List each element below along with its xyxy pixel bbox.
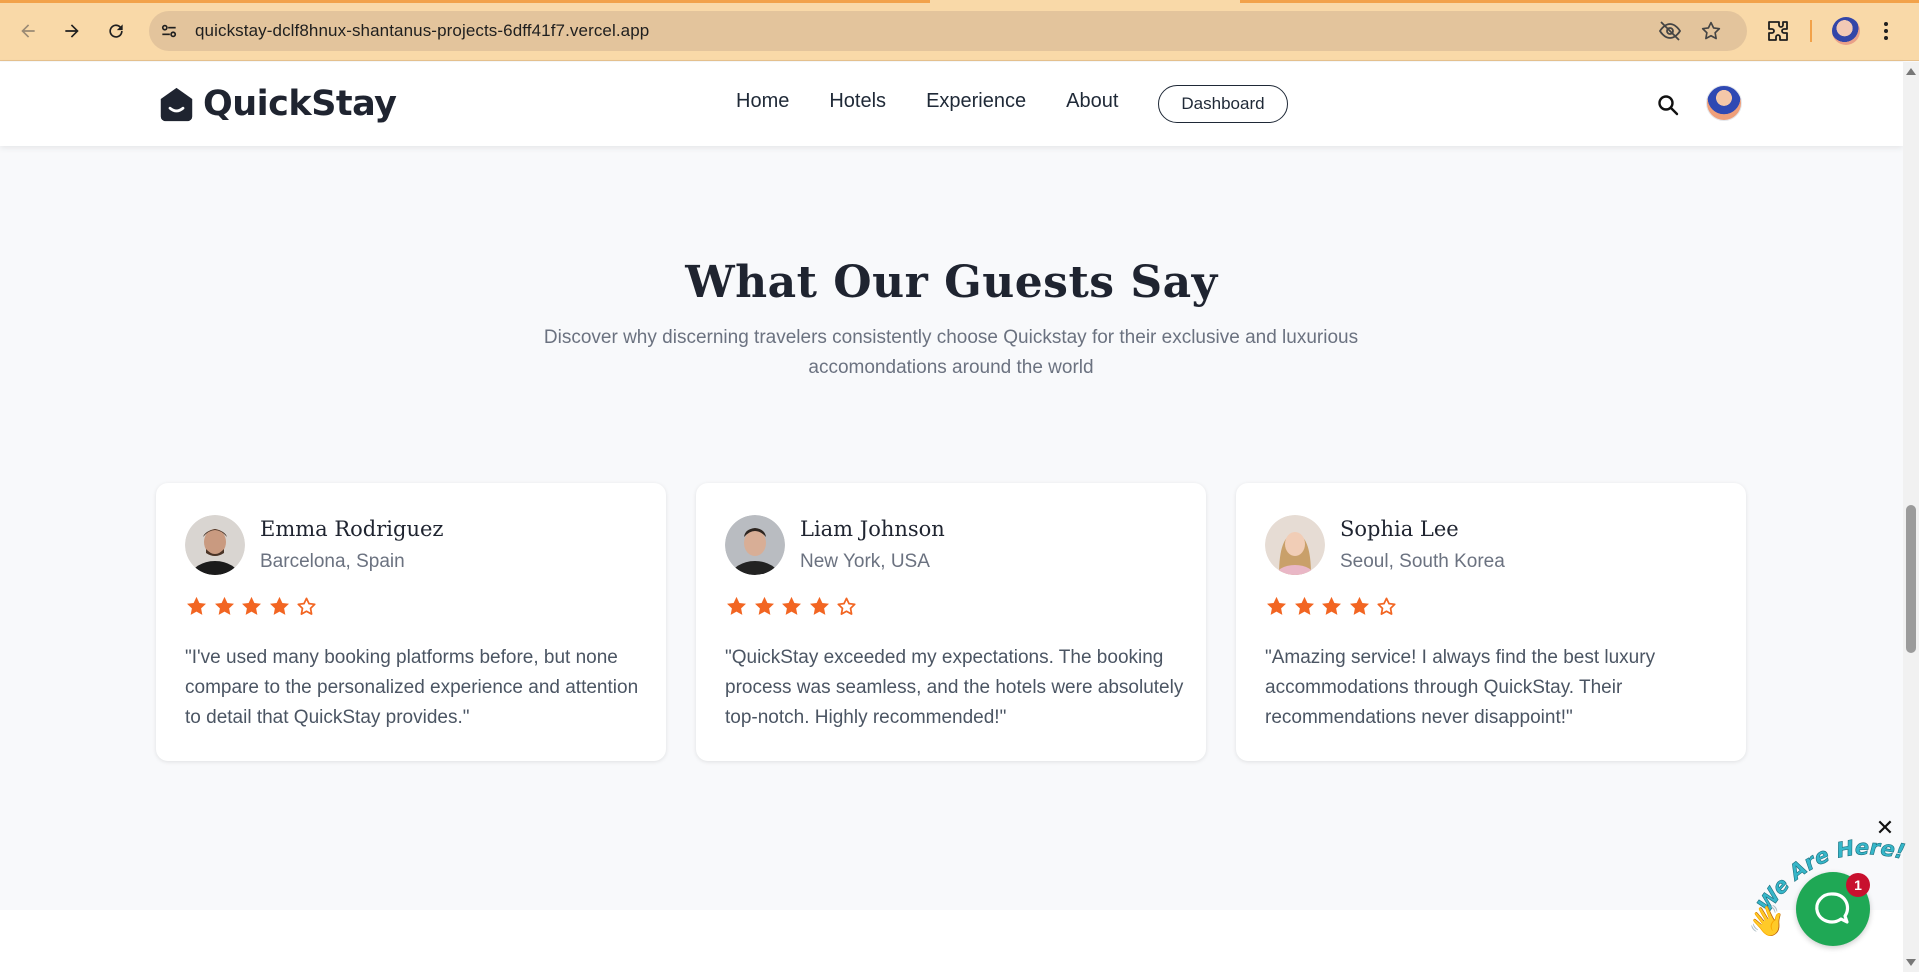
testimonials-section: What Our Guests Say Discover why discern… <box>0 157 1903 910</box>
star-filled-icon <box>809 596 829 615</box>
reload-button[interactable] <box>98 13 134 49</box>
star-outline-icon <box>1377 597 1396 615</box>
url-text[interactable]: quickstay-dclf8hnux-shantanus-projects-6… <box>195 21 649 41</box>
tab-strip-accent <box>0 0 930 3</box>
star-filled-icon <box>214 596 234 615</box>
extensions-icon[interactable] <box>1766 19 1790 43</box>
star-filled-icon <box>1349 596 1369 615</box>
toolbar-divider <box>1810 20 1812 42</box>
nav-link-about[interactable]: About <box>1066 90 1118 113</box>
scroll-down-arrow[interactable] <box>1906 959 1916 966</box>
guest-name: Emma Rodriguez <box>260 517 444 541</box>
back-button[interactable] <box>10 13 46 49</box>
toolbar-right <box>1766 13 1898 49</box>
star-rating <box>185 595 323 618</box>
house-logo-icon <box>160 87 193 121</box>
star-rating <box>1265 595 1403 618</box>
guest-avatar <box>1265 515 1325 575</box>
site-info-icon <box>161 24 177 38</box>
card-header: Sophia Lee Seoul, South Korea <box>1265 515 1505 575</box>
card-header: Liam Johnson New York, USA <box>725 515 945 575</box>
star-rating <box>725 595 863 618</box>
scroll-up-arrow[interactable] <box>1906 68 1916 75</box>
guest-location: Barcelona, Spain <box>260 551 405 572</box>
eye-off-icon[interactable] <box>1658 19 1682 43</box>
back-icon <box>21 24 35 38</box>
guest-name: Sophia Lee <box>1340 517 1459 541</box>
site-info-button[interactable] <box>153 15 185 47</box>
forward-icon <box>65 24 79 38</box>
reload-icon <box>109 24 123 38</box>
guest-quote: "Amazing service! I always find the best… <box>1265 647 1656 728</box>
guest-location: Seoul, South Korea <box>1340 551 1505 572</box>
star-filled-icon <box>1267 596 1286 615</box>
testimonial-card: Emma Rodriguez Barcelona, Spain "I've us… <box>156 483 666 761</box>
user-avatar[interactable] <box>1706 85 1742 121</box>
star-filled-icon <box>187 596 206 615</box>
section-subtitle: Discover why discerning travelers consis… <box>543 327 1359 378</box>
star-filled-icon <box>782 596 801 615</box>
chat-bubble-icon <box>1815 892 1850 924</box>
omnibox-actions <box>1658 11 1722 51</box>
guest-location: New York, USA <box>800 551 930 572</box>
guest-avatar <box>725 515 785 575</box>
guest-avatar <box>185 515 245 575</box>
brand-name: QuickStay <box>203 84 397 124</box>
main-menu: Home Hotels Experience About <box>736 90 1158 113</box>
nav-link-experience[interactable]: Experience <box>926 90 1026 113</box>
star-filled-icon <box>727 596 746 615</box>
guest-info: Sophia Lee Seoul, South Korea <box>1340 517 1505 573</box>
nav-link-hotels[interactable]: Hotels <box>829 90 886 113</box>
dashboard-button[interactable]: Dashboard <box>1158 85 1288 123</box>
star-filled-icon <box>1294 596 1314 615</box>
guest-info: Emma Rodriguez Barcelona, Spain <box>260 517 443 573</box>
kebab-menu-icon[interactable] <box>1874 19 1898 43</box>
star-filled-icon <box>242 596 261 615</box>
guest-quote: "I've used many booking platforms before… <box>185 647 639 728</box>
star-outline-icon <box>297 597 316 615</box>
next-section <box>0 910 1903 972</box>
guest-info: Liam Johnson New York, USA <box>800 517 945 573</box>
star-filled-icon <box>1322 596 1341 615</box>
testimonial-card: Sophia Lee Seoul, South Korea "Amazing s… <box>1236 483 1746 761</box>
guest-name: Liam Johnson <box>800 517 945 541</box>
nav-link-home[interactable]: Home <box>736 90 789 113</box>
star-outline-icon <box>837 597 856 615</box>
testimonial-card: Liam Johnson New York, USA "QuickStay ex… <box>696 483 1206 761</box>
star-filled-icon <box>269 596 289 615</box>
chat-close-button[interactable]: ✕ <box>1875 816 1895 841</box>
browser-toolbar: quickstay-dclf8hnux-shantanus-projects-6… <box>0 0 1919 61</box>
address-bar[interactable]: quickstay-dclf8hnux-shantanus-projects-6… <box>149 11 1747 51</box>
testimonial-cards: Emma Rodriguez Barcelona, Spain "I've us… <box>156 483 1747 761</box>
profile-avatar[interactable] <box>1832 17 1860 45</box>
tab-strip-accent-right <box>1240 0 1919 3</box>
card-header: Emma Rodriguez Barcelona, Spain <box>185 515 443 575</box>
section-title: What Our Guests Say <box>685 257 1218 308</box>
forward-button[interactable] <box>54 13 90 49</box>
star-filled-icon <box>754 596 774 615</box>
site-navbar: QuickStay Home Hotels Experience About D… <box>0 62 1903 146</box>
waving-hand-icon: 👋 <box>1748 905 1786 938</box>
scroll-thumb[interactable] <box>1906 505 1916 653</box>
brand-logo[interactable]: QuickStay <box>158 84 397 124</box>
guest-quote: "QuickStay exceeded my expectations. The… <box>725 647 1184 728</box>
search-icon[interactable] <box>1656 93 1680 117</box>
unread-badge: 1 <box>1846 873 1870 897</box>
star-bookmark-icon[interactable] <box>1700 20 1722 42</box>
